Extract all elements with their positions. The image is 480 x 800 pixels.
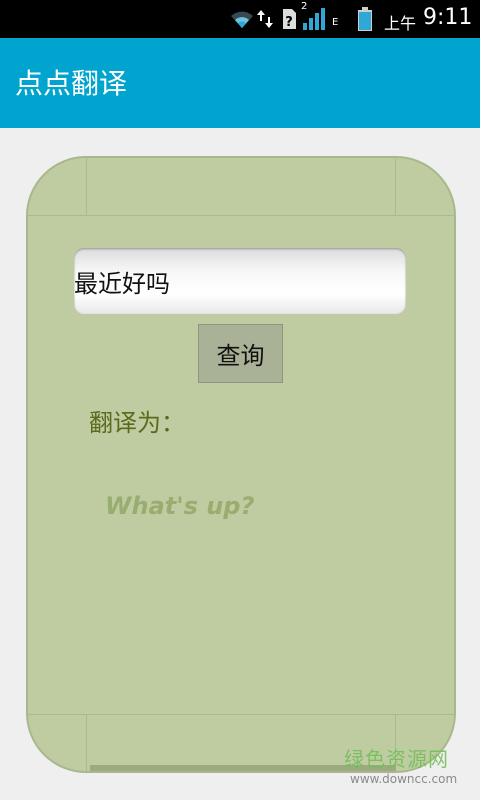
watermark-url: www.downcc.com	[350, 772, 458, 786]
status-bar: ? 2 E 上午 9:11	[0, 0, 480, 38]
result-label: 翻译为：	[89, 409, 185, 437]
query-button[interactable]: 查询	[198, 324, 283, 383]
card-divider	[86, 158, 87, 215]
card-divider	[28, 215, 454, 216]
source-text-input[interactable]	[74, 248, 406, 314]
wifi-icon	[229, 0, 255, 38]
translation-result: What's up?	[105, 492, 255, 520]
app-title: 点点翻译	[15, 67, 128, 100]
card-divider	[86, 714, 87, 771]
svg-text:?: ?	[285, 15, 293, 30]
card-divider	[28, 714, 454, 715]
watermark: 绿色资源网 www.downcc.com	[344, 746, 459, 786]
network-type-label: E	[332, 17, 339, 28]
signal-icon	[302, 0, 328, 38]
battery-icon	[357, 0, 373, 38]
watermark-text: 绿色资源网	[344, 747, 449, 771]
sim-unknown-icon: ?	[279, 0, 297, 38]
status-am-pm: 上午	[384, 14, 417, 33]
card-divider	[395, 158, 396, 215]
data-arrows-icon	[256, 0, 274, 38]
status-clock: 9:11	[423, 5, 473, 30]
